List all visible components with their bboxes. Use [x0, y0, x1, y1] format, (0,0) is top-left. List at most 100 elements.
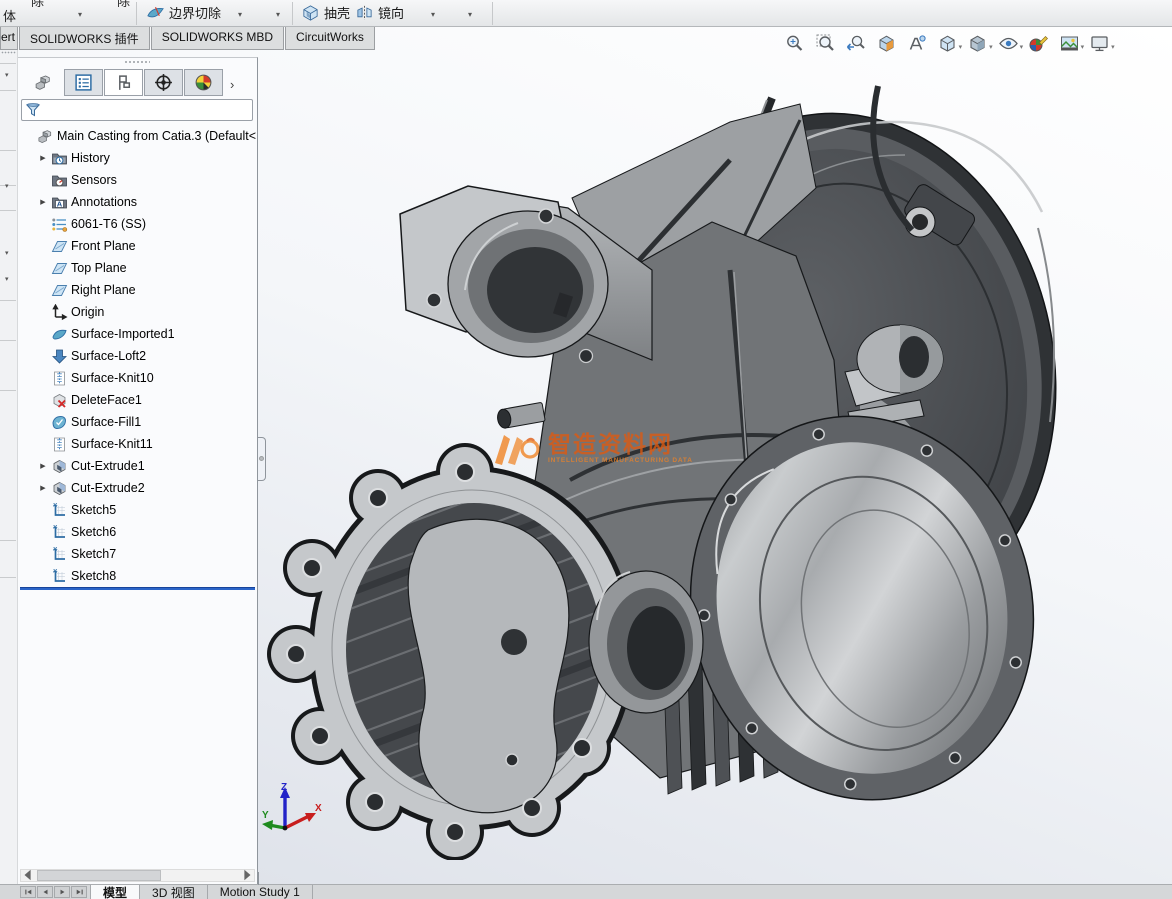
- study-tab[interactable]: 模型: [90, 885, 140, 899]
- filter-input[interactable]: [41, 103, 249, 117]
- dropdown-caret-icon[interactable]: ▾: [1020, 37, 1024, 51]
- sketch-icon: [51, 568, 68, 585]
- feature-tree-item[interactable]: ▶ Main Casting from Catia.3 (Default<: [18, 125, 257, 147]
- headsup-button-hide-show-items[interactable]: ▾: [997, 32, 1025, 55]
- ribbon-button-label: 抽壳: [324, 3, 350, 22]
- feature-tree-item[interactable]: ▶ Sensors: [18, 169, 257, 191]
- expand-arrow-icon[interactable]: ▶: [38, 462, 48, 470]
- feature-tree-item[interactable]: ▶ Top Plane: [18, 257, 257, 279]
- solidworks-window: 体 除 除 ▾ ▾ ▾ ▾ ▾ 边界切除 抽壳 镜向 ert SOLIDWORK…: [0, 0, 1172, 899]
- feature-tree-item[interactable]: ▶ Front Plane: [18, 235, 257, 257]
- inlet-tube[interactable]: [496, 402, 545, 429]
- more-tabs-button[interactable]: ›: [230, 77, 234, 96]
- feature-tree-item[interactable]: ▶ Cut-Extrude2: [18, 477, 257, 499]
- display-manager-icon: [194, 73, 213, 92]
- feature-tree-item[interactable]: ▶ Sketch7: [18, 543, 257, 565]
- dropdown-caret-icon[interactable]: ▾: [238, 11, 242, 19]
- ribbon-partial-label: 体: [3, 6, 16, 25]
- feature-tree-item[interactable]: ▶ Surface-Loft2: [18, 345, 257, 367]
- headsup-button-view-orientation[interactable]: ▾: [936, 32, 964, 55]
- dropdown-caret-icon[interactable]: ▾: [276, 11, 280, 19]
- zoom-to-area-icon: [815, 33, 836, 54]
- headsup-button-zoom-to-area[interactable]: ▾: [814, 32, 842, 55]
- dropdown-caret-icon[interactable]: ▾: [5, 183, 9, 190]
- folder-annotations-icon: A: [51, 194, 68, 211]
- headsup-button-apply-scene[interactable]: ▾: [1058, 32, 1086, 55]
- headsup-button-edit-appearance[interactable]: ▾: [1027, 32, 1055, 55]
- dropdown-caret-icon[interactable]: ▾: [5, 72, 9, 79]
- dropdown-caret-icon[interactable]: ▾: [1081, 37, 1085, 51]
- bottom-tab-bar: 模型 3D 视图 Motion Study 1: [0, 884, 1172, 899]
- scroll-left-icon[interactable]: [21, 868, 35, 884]
- surface-knit-icon: [51, 436, 68, 453]
- feature-tree-item[interactable]: ▶ Sketch6: [18, 521, 257, 543]
- reference-triad: Z Y X: [260, 780, 324, 840]
- ribbon-button-boundary-cut[interactable]: 边界切除: [146, 3, 221, 22]
- headsup-button-view-settings[interactable]: ▾: [1088, 32, 1116, 55]
- feature-tree-item[interactable]: ▶ Surface-Knit11: [18, 433, 257, 455]
- expand-arrow-icon[interactable]: ▶: [38, 154, 48, 162]
- feature-tree-item[interactable]: ▶ History: [18, 147, 257, 169]
- feature-manager-tab-design-tree[interactable]: [64, 69, 103, 96]
- feature-tree-item[interactable]: ▶ Origin: [18, 301, 257, 323]
- headsup-button-section-view[interactable]: ▾: [875, 32, 903, 55]
- feature-tree-item[interactable]: ▶ A Annotations: [18, 191, 257, 213]
- feature-manager-tab-part[interactable]: [24, 69, 63, 96]
- feature-tree-item[interactable]: ▶ Surface-Imported1: [18, 323, 257, 345]
- triad-x-label: X: [315, 803, 322, 814]
- headsup-button-zoom-to-fit[interactable]: ▾: [783, 32, 811, 55]
- study-nav-button-first[interactable]: [20, 886, 36, 898]
- dropdown-caret-icon[interactable]: ▾: [1111, 37, 1115, 51]
- ribbon-button-shell[interactable]: 抽壳: [301, 3, 350, 22]
- dropdown-caret-icon[interactable]: ▾: [78, 11, 82, 19]
- rollback-bar[interactable]: [20, 587, 255, 590]
- panel-splitter-handle[interactable]: [258, 437, 266, 481]
- dropdown-caret-icon[interactable]: ▾: [989, 37, 993, 51]
- panel-grip[interactable]: [124, 60, 150, 64]
- study-tab[interactable]: 3D 视图: [140, 885, 208, 899]
- feature-manager-tab-property-manager[interactable]: [104, 69, 143, 96]
- tree-horizontal-scrollbar[interactable]: [20, 869, 255, 882]
- command-tab[interactable]: CircuitWorks: [285, 27, 375, 50]
- tree-filter-box: [21, 99, 253, 121]
- study-nav-button-next[interactable]: [54, 886, 70, 898]
- feature-tree-item[interactable]: ▶ Sketch8: [18, 565, 257, 587]
- feature-tree-item[interactable]: ▶ Cut-Extrude1: [18, 455, 257, 477]
- expand-arrow-icon[interactable]: ▶: [38, 484, 48, 492]
- command-tab[interactable]: SOLIDWORKS MBD: [151, 27, 284, 50]
- study-tabs: 模型 3D 视图 Motion Study 1: [90, 885, 313, 899]
- study-nav-button-previous[interactable]: [37, 886, 53, 898]
- feature-tree-item[interactable]: ▶ Sketch5: [18, 499, 257, 521]
- filter-funnel-icon: [25, 102, 41, 118]
- tab-partial[interactable]: ert: [0, 27, 18, 50]
- previous-view-icon: [845, 33, 866, 54]
- dropdown-caret-icon[interactable]: ▾: [5, 250, 9, 257]
- headsup-button-annotation-views[interactable]: ▾: [905, 32, 933, 55]
- scroll-right-icon[interactable]: [240, 868, 254, 884]
- feature-manager-tab-configuration-manager[interactable]: [144, 69, 183, 96]
- study-tab[interactable]: Motion Study 1: [208, 885, 313, 899]
- feature-tree-item[interactable]: ▶ 6061-T6 (SS): [18, 213, 257, 235]
- dropdown-caret-icon[interactable]: ▾: [5, 276, 9, 283]
- grip-dots[interactable]: [1, 51, 16, 54]
- part-icon: [37, 128, 54, 145]
- dropdown-caret-icon[interactable]: ▾: [468, 11, 472, 19]
- headsup-button-previous-view[interactable]: ▾: [844, 32, 872, 55]
- feature-tree-item[interactable]: ▶ DeleteFace1: [18, 389, 257, 411]
- command-tab[interactable]: SOLIDWORKS 插件: [19, 27, 150, 50]
- scrollbar-thumb[interactable]: [37, 870, 161, 881]
- dropdown-caret-icon[interactable]: ▾: [959, 37, 963, 51]
- feature-tree-item[interactable]: ▶ Surface-Knit10: [18, 367, 257, 389]
- feature-tree-item[interactable]: ▶ Surface-Fill1: [18, 411, 257, 433]
- dropdown-caret-icon[interactable]: ▾: [431, 11, 435, 19]
- folder-sensors-icon: [51, 172, 68, 189]
- feature-tree-item[interactable]: ▶ Right Plane: [18, 279, 257, 301]
- ribbon-button-mirror[interactable]: 镜向: [355, 3, 404, 22]
- headsup-button-display-style[interactable]: ▾: [966, 32, 994, 55]
- surface-fill-icon: [51, 414, 68, 431]
- expand-arrow-icon[interactable]: ▶: [38, 198, 48, 206]
- study-nav-button-last[interactable]: [71, 886, 87, 898]
- feature-manager-tab-display-manager[interactable]: [184, 69, 223, 96]
- part-icon: [34, 73, 53, 92]
- model-3d-gearbox-casting[interactable]: [260, 60, 1080, 860]
